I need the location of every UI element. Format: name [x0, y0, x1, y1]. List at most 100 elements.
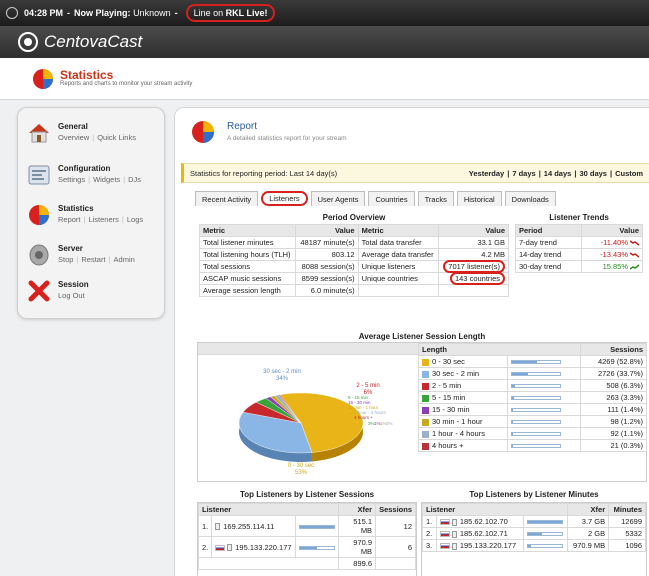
listener-trends-table: Period Value 7-day trend -11.40% 14-day … [515, 224, 644, 273]
period-option-yesterday[interactable]: Yesterday [469, 169, 504, 178]
device-icon [227, 544, 233, 552]
legend-swatch [422, 430, 429, 438]
sidebar-link-report[interactable]: Report [58, 215, 81, 224]
brand-name[interactable]: CentovaCast [44, 32, 142, 52]
tab-tracks[interactable]: Tracks [417, 191, 454, 206]
session-length-label: 5 - 15 min [432, 393, 466, 402]
listener-ip[interactable]: 185.62.102.70 [460, 517, 508, 526]
column-header-listener: Listener [422, 503, 569, 516]
listener-ip[interactable]: 195.133.220.177 [235, 543, 291, 552]
trend-up-icon [630, 264, 639, 270]
column-header-value: Value [580, 224, 644, 237]
session-length-value: 92 (1.1%) [579, 427, 648, 440]
listener-share-bar-fill [527, 533, 542, 536]
period-option-7-days[interactable]: 7 days [512, 169, 535, 178]
session-length-value: 508 (6.3%) [579, 379, 648, 392]
column-header-metric: Metric [198, 224, 297, 237]
report-tabs: Recent Activity Listeners User Agents Co… [195, 191, 556, 209]
table-row: 30 sec - 2 min 2726 (33.7%) [417, 367, 648, 380]
tab-user-agents[interactable]: User Agents [310, 191, 366, 206]
listener-xfer: 2 GB [567, 527, 610, 540]
session-share-bar-fill [512, 373, 529, 376]
listener-minutes: 5332 [608, 527, 646, 540]
sidebar-item-configuration[interactable]: Configuration Settings | Widgets | DJs [18, 158, 164, 202]
session-share-bar-fill [512, 361, 538, 364]
period-options: Yesterday | 7 days | 14 days | 30 days | Custom [468, 168, 643, 178]
session-share-bar-fill [512, 409, 513, 412]
period-option-30-days[interactable]: 30 days [579, 169, 607, 178]
top-sessions-panel: Listener Xfer Sessions 1. 169.255.114.11 5… [197, 502, 417, 576]
sidebar-link-logs[interactable]: Logs [127, 215, 143, 224]
listener-rank: 3. [422, 539, 437, 552]
listener-share-bar [298, 545, 335, 550]
metric-value: 4.2 MB [438, 248, 509, 261]
session-length-pie-chart: 30 sec - 2 min 34% 2 - 5 min 6% 5 - 15 m… [238, 369, 393, 476]
sidebar-item-links: Stop | Restart | Admin [58, 255, 135, 264]
column-header-period: Period [515, 224, 582, 237]
sidebar-link-log-out[interactable]: Log Out [58, 291, 85, 300]
sidebar-link-widgets[interactable]: Widgets [93, 175, 120, 184]
sidebar-link-restart[interactable]: Restart [81, 255, 105, 264]
listener-share-bar-fill [299, 525, 334, 528]
sidebar-link-djs[interactable]: DJs [128, 175, 141, 184]
listener-ip[interactable]: 185.62.102.71 [460, 529, 508, 538]
sidebar-link-settings[interactable]: Settings [58, 175, 85, 184]
sidebar-link-quick-links[interactable]: Quick Links [97, 133, 136, 142]
table-row: 2. 185.62.102.71 2 GB 5332 [422, 527, 646, 540]
sidebar-item-general[interactable]: General Overview | Quick Links [18, 116, 164, 160]
trend-value: 15.85% [602, 262, 628, 271]
now-playing-value: Unknown [133, 8, 171, 18]
session-length-value: 98 (1.2%) [579, 415, 648, 428]
clock-icon [6, 7, 18, 19]
metric-value: 6.0 minute(s) [295, 284, 359, 297]
table-row: ASCAP music sessions 8599 session(s) Uni… [198, 272, 509, 285]
period-option-14-days[interactable]: 14 days [544, 169, 572, 178]
pie-label: 34% [276, 376, 289, 382]
tab-downloads[interactable]: Downloads [504, 191, 556, 206]
metric-label: Unique countries [357, 272, 440, 285]
pie-chart-icon [29, 205, 49, 225]
metric-value: 8088 session(s) [295, 260, 359, 273]
sidebar-item-session[interactable]: Session Log Out [18, 274, 164, 318]
session-share-bar-fill [512, 421, 513, 424]
column-header-xfer: Xfer [337, 503, 377, 516]
pie-label: 30 sec - 2 min [263, 369, 301, 375]
tab-recent-activity[interactable]: Recent Activity [195, 191, 259, 206]
sidebar-link-stop[interactable]: Stop [58, 255, 73, 264]
listener-ip[interactable]: 169.255.114.11 [223, 522, 274, 531]
sidebar-link-listeners[interactable]: Listeners [88, 215, 118, 224]
metric-label: ASCAP music sessions [198, 272, 297, 285]
column-header-value: Value [438, 224, 509, 237]
session-length-value: 263 (3.3%) [579, 391, 648, 404]
tab-historical[interactable]: Historical [456, 191, 502, 206]
session-length-label: 15 - 30 min [432, 405, 470, 414]
column-header-metric: Metric [357, 224, 440, 237]
period-overview-title: Period Overview [322, 213, 386, 222]
report-pie-icon [192, 121, 214, 143]
listener-trends-title: Listener Trends [549, 213, 609, 222]
table-row: 1. 169.255.114.11 515.1 MB 12 [198, 515, 416, 537]
listener-rank: 1. [422, 515, 437, 528]
listener-rank: 2. [422, 527, 437, 540]
legend-swatch [422, 442, 429, 450]
session-share-bar [511, 372, 562, 377]
listener-ip[interactable]: 195.133.220.177 [460, 541, 516, 550]
period-option-custom[interactable]: Custom [615, 169, 643, 178]
listener-trends: Listener Trends Period Value 7-day trend… [515, 213, 644, 273]
logout-x-icon [28, 280, 50, 302]
listener-share-bar-fill [299, 546, 317, 549]
legend-swatch [422, 370, 429, 378]
tab-countries[interactable]: Countries [368, 191, 415, 206]
listener-share-bar [298, 524, 335, 529]
metric-label: Average data transfer [357, 248, 440, 261]
metric-label: Average session length [198, 284, 297, 297]
trend-period: 7-day trend [515, 236, 582, 249]
tab-listeners[interactable]: Listeners [261, 191, 308, 206]
sidebar-item-statistics[interactable]: Statistics Report | Listeners | Logs [18, 198, 164, 242]
separator: - [67, 8, 71, 18]
report-subtitle: A detailed statistics report for your st… [227, 135, 347, 142]
sidebar-link-overview[interactable]: Overview [58, 133, 89, 142]
sidebar-link-admin[interactable]: Admin [114, 255, 135, 264]
metric-label: Total sessions [198, 260, 297, 273]
legend-swatch [422, 382, 429, 390]
